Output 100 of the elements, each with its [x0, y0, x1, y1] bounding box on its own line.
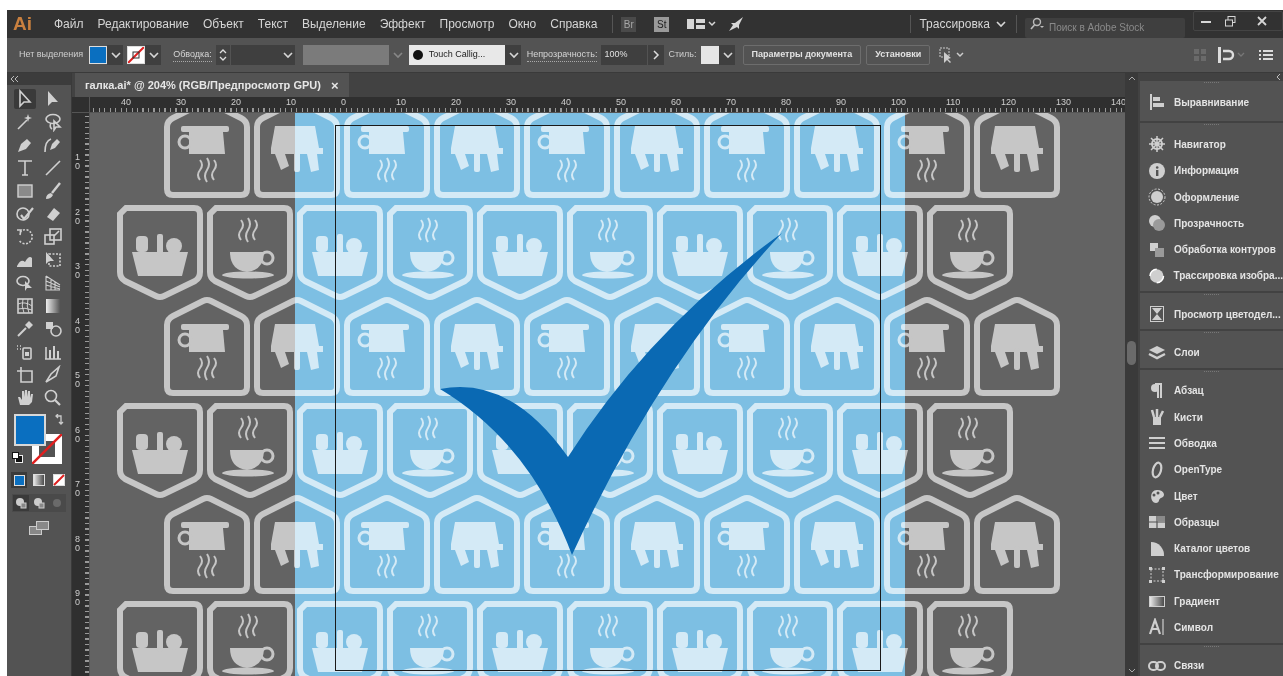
panel-item[interactable]: Оформление	[1140, 183, 1283, 211]
app-badge[interactable]: St	[654, 16, 670, 32]
restore-icon[interactable]	[1224, 15, 1236, 27]
rotate-icon	[15, 227, 35, 247]
fill-swatch[interactable]	[89, 46, 108, 64]
menu-item[interactable]: Справка	[543, 15, 605, 33]
screen-mode-icon[interactable]	[28, 520, 50, 536]
grip-icon[interactable]	[1203, 123, 1220, 128]
menu-item[interactable]: Файл	[47, 15, 91, 33]
collapse-icon[interactable]	[1275, 73, 1281, 81]
toolbar-button[interactable]: Параметры документа	[742, 45, 862, 65]
stroke-dropdown[interactable]	[145, 45, 162, 65]
panel-item[interactable]: Образцы	[1140, 509, 1283, 536]
panel-item[interactable]: Символ	[1140, 614, 1283, 641]
none-mode-icon[interactable]	[51, 472, 67, 488]
appearance-icon	[1148, 188, 1166, 207]
panel-item[interactable]: Прозрачность	[1140, 210, 1283, 237]
panel-item-label: Навигатор	[1174, 137, 1226, 152]
shape-builder-icon	[15, 273, 35, 293]
gradient-mode-icon[interactable]	[31, 472, 47, 488]
panel-item[interactable]: Цвет	[1140, 482, 1283, 510]
fill-dropdown[interactable]	[107, 45, 124, 65]
panel-item-label: Выравнивание	[1174, 95, 1250, 110]
opacity-slider-button[interactable]	[648, 45, 665, 65]
fill-color-swatch[interactable]	[14, 414, 46, 446]
tool-button[interactable]	[42, 227, 64, 247]
grip-icon[interactable]	[1203, 331, 1220, 336]
panel-item[interactable]: Обработка контуров	[1140, 236, 1283, 263]
tool-button[interactable]	[14, 227, 36, 247]
opacity-field[interactable]: 100%	[601, 45, 648, 65]
opacity-label[interactable]: Непрозрачность:	[526, 47, 598, 63]
style-label: Стиль:	[668, 48, 697, 62]
toolbar-button[interactable]: Установки	[866, 45, 931, 65]
document-tab[interactable]: галка.ai* @ 204% (RGB/Предпросмотр GPU) ×	[75, 73, 349, 97]
scroll-thumb[interactable]	[1127, 341, 1136, 365]
scroll-down-icon[interactable]	[1127, 668, 1136, 674]
tool-button[interactable]	[42, 112, 64, 132]
ruler-label: 130	[1055, 98, 1072, 107]
menu-item[interactable]: Окно	[501, 15, 544, 33]
collapse-icon[interactable]	[10, 76, 18, 82]
color-guide-icon	[1148, 539, 1166, 558]
grip-icon[interactable]	[1203, 81, 1220, 85]
free-transform-icon	[43, 250, 63, 270]
swap-icon[interactable]	[54, 414, 64, 426]
vertical-scrollbar[interactable]	[1125, 73, 1138, 676]
draw-behind-icon[interactable]	[31, 495, 47, 511]
color-mode-button[interactable]	[11, 472, 27, 488]
panel-item-label: Каталог цветов	[1174, 542, 1251, 557]
ruler-label: 40	[560, 98, 571, 107]
menu-item[interactable]: Текст	[250, 15, 296, 33]
rocket-icon[interactable]	[727, 15, 746, 33]
ruler-label: 20	[230, 98, 241, 107]
panel-item[interactable]: Трассировка изобра...	[1140, 262, 1283, 290]
stroke-label[interactable]: Обводка:	[173, 47, 212, 63]
panel-item[interactable]: Трансформирование	[1140, 561, 1283, 589]
ruler-label: 80	[780, 98, 791, 107]
layout-icon[interactable]	[687, 17, 718, 31]
menu-item[interactable]: Выделение	[295, 15, 373, 33]
ruler-label: 10	[395, 98, 406, 107]
info-icon	[1148, 161, 1166, 180]
tool-button[interactable]	[14, 89, 36, 109]
scroll-up-icon[interactable]	[1127, 75, 1136, 81]
separations-icon	[1148, 305, 1166, 324]
panel-item[interactable]: Градиент	[1140, 588, 1283, 615]
tool-button[interactable]	[14, 365, 36, 385]
panel-item[interactable]: Обводка	[1140, 430, 1283, 457]
menu-item[interactable]: Эффект	[372, 15, 433, 33]
menu-item[interactable]: Просмотр	[432, 15, 502, 33]
tool-button[interactable]	[14, 296, 36, 316]
stroke-swatch[interactable]	[127, 46, 146, 64]
panel-item[interactable]: Информация	[1140, 157, 1283, 184]
panel-item[interactable]: OpenType	[1140, 456, 1283, 483]
panel-item-label: Кисти	[1174, 410, 1203, 425]
grip-icon[interactable]	[1203, 293, 1220, 298]
draw-normal-button[interactable]	[13, 495, 29, 511]
tab-close-button[interactable]: ×	[330, 78, 339, 92]
tool-button[interactable]	[14, 181, 36, 201]
panel-item[interactable]: Кисти	[1140, 403, 1283, 431]
panel-item[interactable]: Навигатор	[1140, 131, 1283, 158]
close-icon[interactable]	[1257, 16, 1267, 26]
panel-item[interactable]: Каталог цветов	[1140, 535, 1283, 562]
stroke-spinner[interactable]	[215, 45, 230, 65]
menu-item[interactable]: Редактирование	[90, 15, 196, 33]
workspace-switcher[interactable]: Трассировка	[919, 15, 1006, 33]
menu-item[interactable]: Объект	[195, 15, 251, 33]
style-swatch[interactable]	[700, 46, 719, 64]
grip-icon[interactable]	[1203, 369, 1220, 374]
selection-status: Нет выделения	[19, 48, 84, 62]
panel-item-label: OpenType	[1174, 463, 1223, 478]
panel-item[interactable]: Абзац	[1140, 377, 1283, 404]
search-field[interactable]: Поиск в Adobe Stock	[1025, 17, 1185, 38]
panel-item-label: Слои	[1174, 346, 1200, 360]
menu-icon[interactable]	[1259, 49, 1273, 61]
ruler-label: 50	[615, 98, 626, 107]
perspective-grid-icon	[43, 273, 63, 293]
rectangle-icon	[15, 181, 35, 201]
grip-icon[interactable]	[1203, 644, 1220, 649]
default-colors-icon[interactable]	[12, 452, 23, 463]
brush-field[interactable]: Touch Callig...	[408, 45, 505, 65]
hand-icon	[15, 388, 35, 408]
